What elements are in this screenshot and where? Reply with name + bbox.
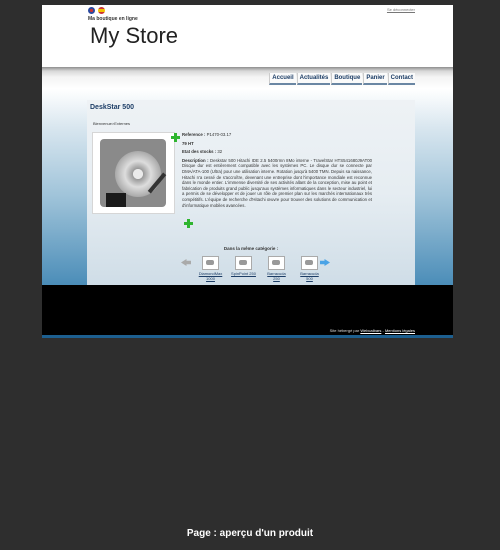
hdd-platter bbox=[115, 151, 161, 197]
related-item[interactable]: Barracuda 250 bbox=[264, 256, 289, 281]
related-item-label[interactable]: Barracuda 250 bbox=[264, 271, 289, 281]
footer-separator: - bbox=[382, 328, 384, 333]
related-item-label[interactable]: SpinPoint 250 bbox=[231, 271, 256, 277]
hard-drive-thumb-icon bbox=[235, 256, 252, 270]
description-label: Description : bbox=[182, 157, 209, 163]
nav-item-boutique[interactable]: Boutique bbox=[331, 73, 363, 85]
nav-item-panier[interactable]: Panier bbox=[363, 73, 387, 85]
stock-label: Etat des stocks : bbox=[182, 149, 217, 155]
website-frame: Ma boutique en ligne My Store Se déconne… bbox=[42, 5, 453, 338]
english-flag-icon[interactable] bbox=[88, 7, 95, 14]
legal-link[interactable]: Mentions légales bbox=[385, 328, 415, 333]
related-products: DiamondMax 1000 SpinPoint 250 Barracuda … bbox=[198, 256, 322, 281]
related-item-label[interactable]: Barracuda 500 bbox=[297, 271, 322, 281]
store-tagline: Ma boutique en ligne bbox=[88, 16, 138, 22]
host-link[interactable]: Webcalbars bbox=[360, 328, 381, 333]
stock-value: 32 bbox=[217, 149, 223, 155]
reference-value: P1470-03.17 bbox=[206, 132, 232, 137]
hard-drive-image bbox=[100, 139, 167, 207]
site-header: Ma boutique en ligne My Store Se déconne… bbox=[42, 5, 453, 71]
store-title: My Store bbox=[90, 23, 179, 48]
zoom-plus-icon[interactable] bbox=[171, 133, 180, 142]
footer-text: Site hébergé par Webcalbars - Mentions l… bbox=[330, 328, 415, 333]
hard-drive-thumb-icon bbox=[268, 256, 285, 270]
product-panel: DeskStar 500 Bienvenue>Externes Referenc… bbox=[87, 100, 415, 285]
product-price: 79 HT bbox=[182, 140, 194, 146]
nav-item-accueil[interactable]: Accueil bbox=[269, 73, 296, 85]
description-text: Deskstar 500 Hitachi IDE 2.5 5400rmn 8Mo… bbox=[182, 157, 372, 208]
arrow-left-icon[interactable] bbox=[181, 259, 191, 266]
main-nav: Accueil Actualités Boutique Panier Conta… bbox=[268, 73, 415, 85]
page-caption: Page : aperçu d'un produit bbox=[186, 528, 314, 539]
spanish-flag-icon[interactable] bbox=[98, 7, 105, 14]
footer-hosted-by: Site hébergé par bbox=[329, 328, 360, 333]
nav-item-contact[interactable]: Contact bbox=[387, 73, 415, 85]
logout-link[interactable]: Se déconnecter bbox=[387, 7, 415, 12]
language-selector bbox=[88, 7, 105, 14]
site-footer: Site hébergé par Webcalbars - Mentions l… bbox=[42, 285, 453, 338]
related-item-label[interactable]: DiamondMax 1000 bbox=[198, 271, 223, 281]
hard-drive-thumb-icon bbox=[202, 256, 219, 270]
reference-label: Reference : bbox=[182, 132, 206, 137]
related-item[interactable]: Barracuda 500 bbox=[297, 256, 322, 281]
product-image[interactable] bbox=[92, 132, 175, 214]
product-title: DeskStar 500 bbox=[90, 104, 134, 111]
breadcrumb[interactable]: Bienvenue>Externes bbox=[93, 121, 130, 126]
add-to-cart-icon[interactable] bbox=[184, 219, 193, 228]
related-item[interactable]: SpinPoint 250 bbox=[231, 256, 256, 281]
product-details: Reference : P1470-03.17 79 HT Etat des s… bbox=[182, 132, 372, 211]
hdd-pcb bbox=[106, 193, 126, 207]
related-item[interactable]: DiamondMax 1000 bbox=[198, 256, 223, 281]
related-title: Dans la même catégorie : bbox=[223, 246, 279, 251]
nav-item-actualites[interactable]: Actualités bbox=[296, 73, 331, 85]
footer-line bbox=[42, 335, 453, 338]
hard-drive-thumb-icon bbox=[301, 256, 318, 270]
